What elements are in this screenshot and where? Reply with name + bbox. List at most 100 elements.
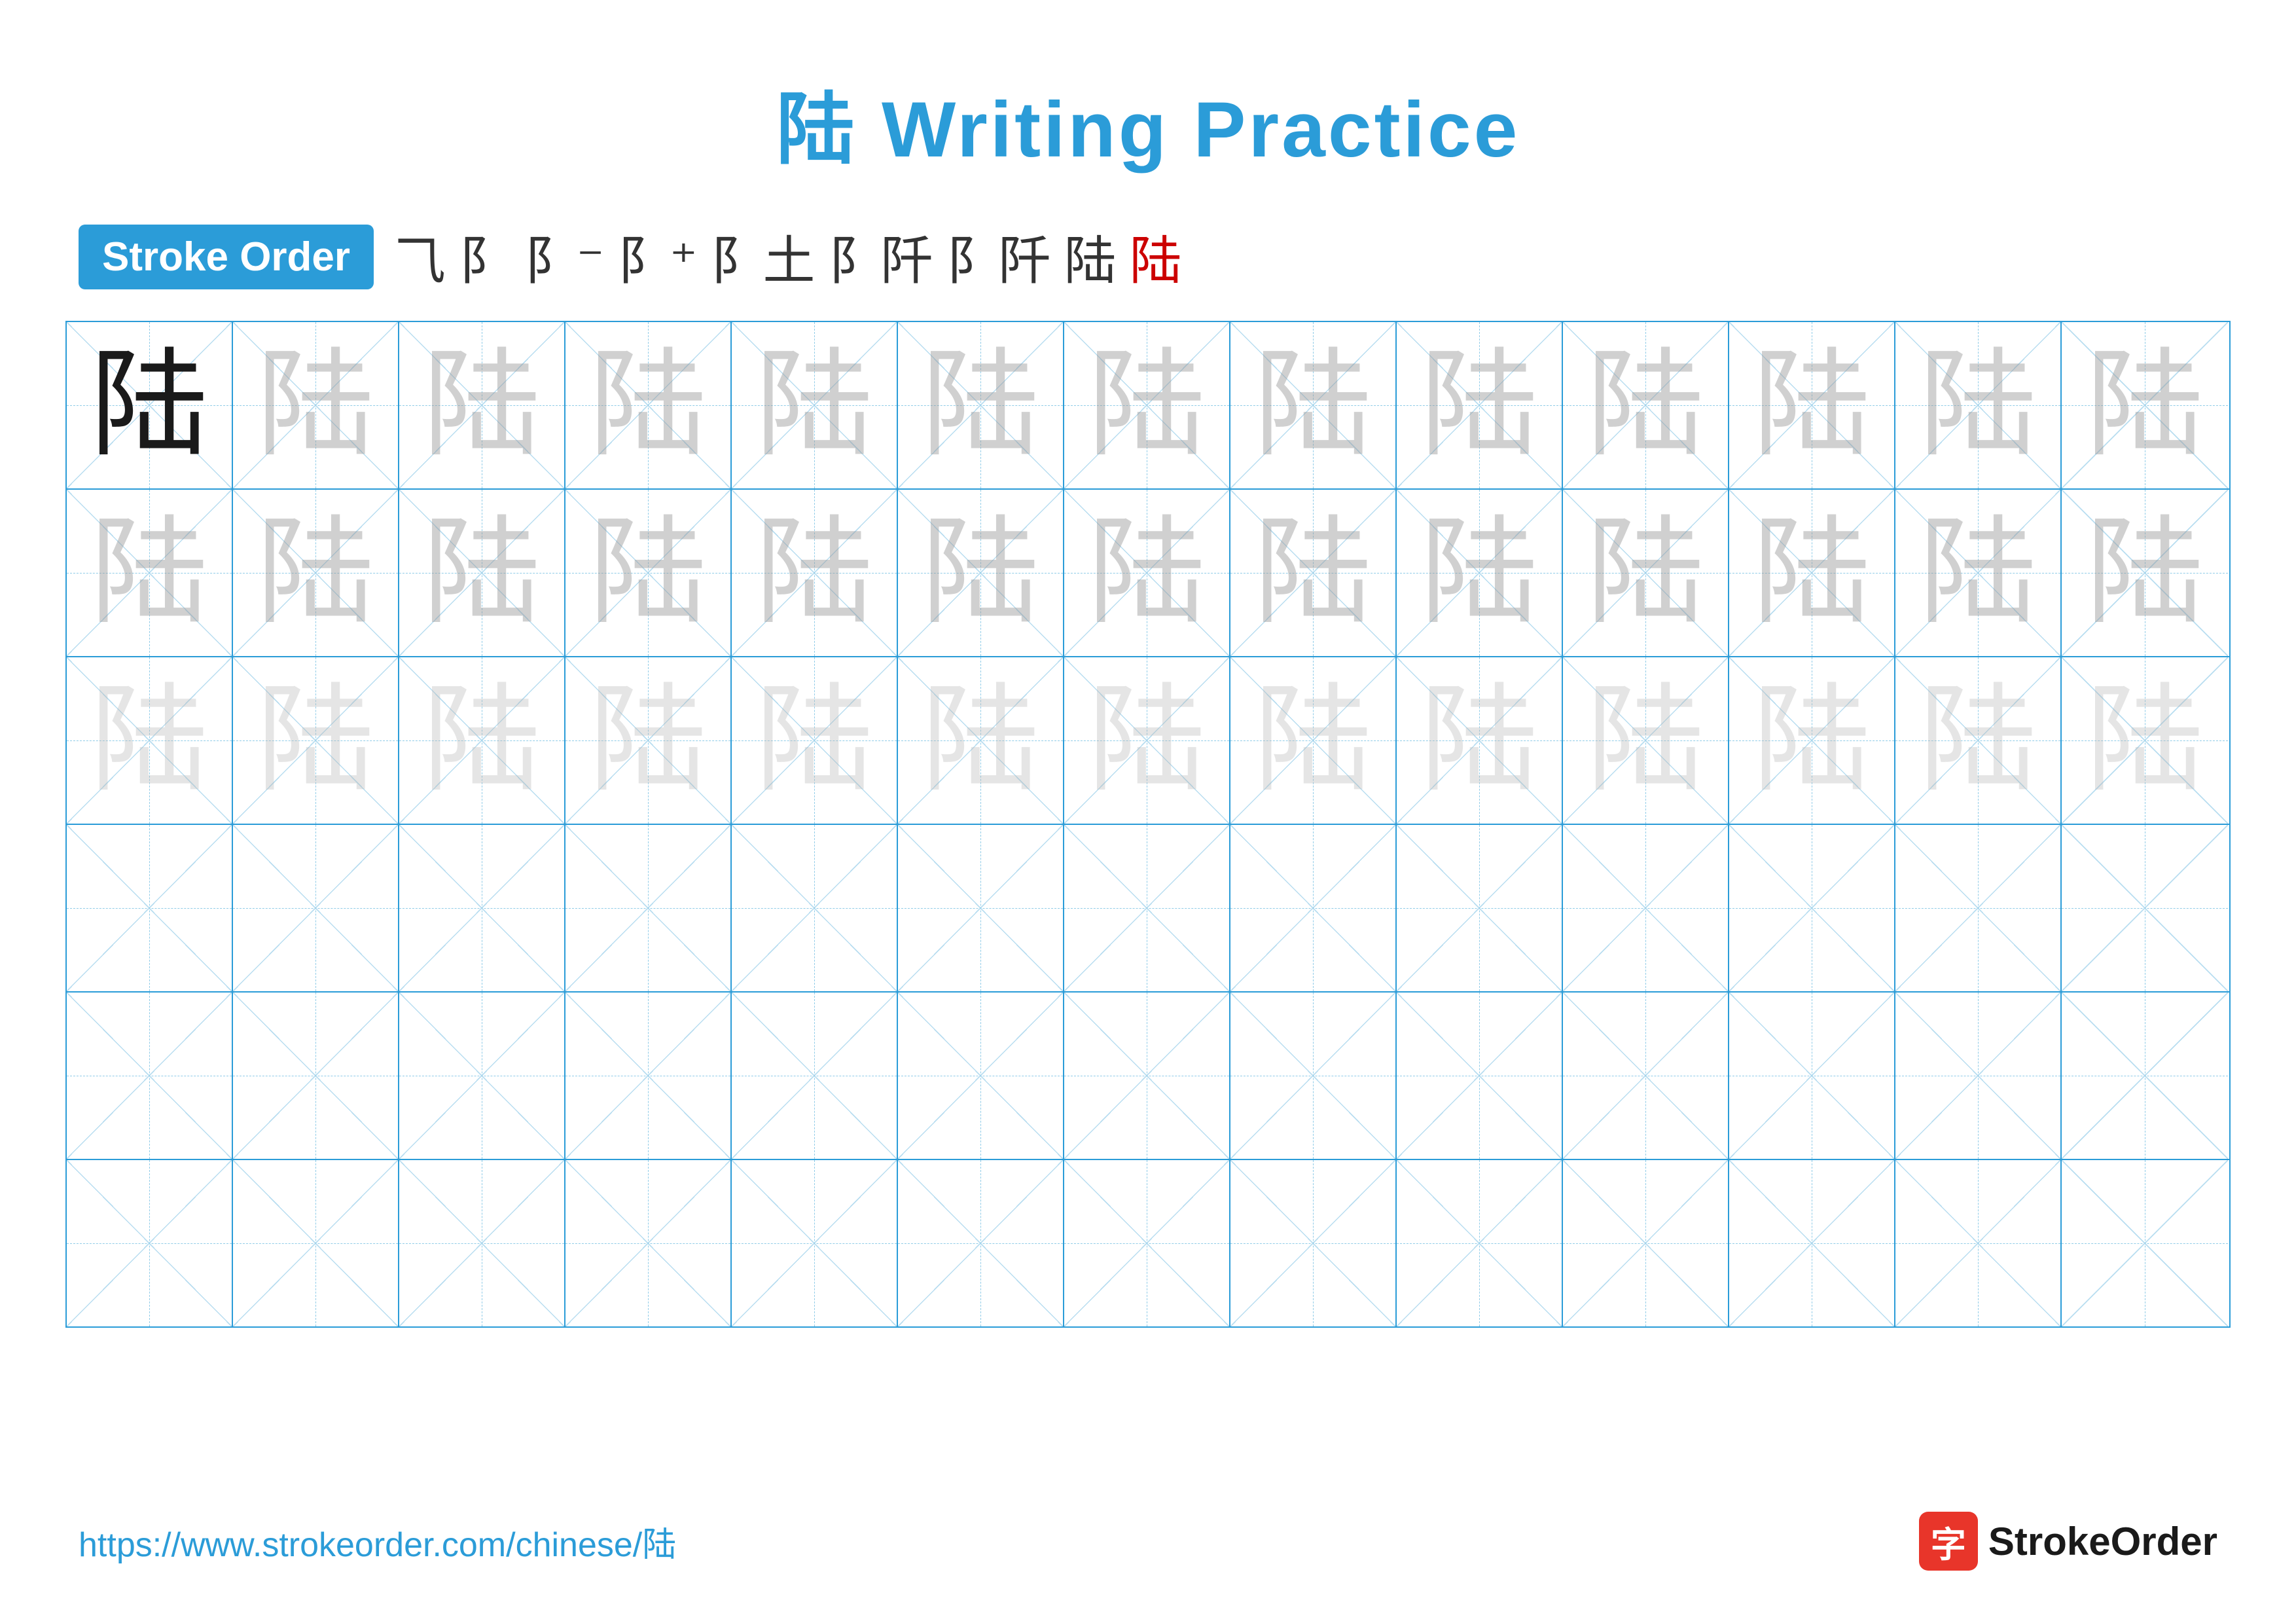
- grid-cell-1-12[interactable]: 陆: [2062, 490, 2228, 656]
- grid-cell-1-3[interactable]: 陆: [565, 490, 732, 656]
- grid-cell-2-3[interactable]: 陆: [565, 657, 732, 824]
- grid-cell-5-9[interactable]: [1563, 1160, 1729, 1326]
- grid-cell-5-11[interactable]: [1895, 1160, 2062, 1326]
- grid-cell-0-5[interactable]: 陆: [898, 322, 1064, 488]
- grid-cell-1-2[interactable]: 陆: [399, 490, 565, 656]
- char-1-12: 陆: [2086, 514, 2204, 632]
- grid-cell-3-2[interactable]: [399, 825, 565, 991]
- grid-cell-3-6[interactable]: [1064, 825, 1230, 991]
- grid-cell-4-6[interactable]: [1064, 993, 1230, 1159]
- grid-cell-2-1[interactable]: 陆: [233, 657, 399, 824]
- grid-row-4: [67, 993, 2229, 1160]
- grid-cell-0-7[interactable]: 陆: [1230, 322, 1397, 488]
- grid-cell-2-4[interactable]: 陆: [732, 657, 898, 824]
- char-2-4: 陆: [755, 682, 873, 799]
- grid-cell-0-4[interactable]: 陆: [732, 322, 898, 488]
- grid-cell-3-10[interactable]: [1729, 825, 1895, 991]
- grid-cell-2-7[interactable]: 陆: [1230, 657, 1397, 824]
- grid-cell-3-1[interactable]: [233, 825, 399, 991]
- char-1-9: 陆: [1587, 514, 1704, 632]
- grid-cell-2-10[interactable]: 陆: [1729, 657, 1895, 824]
- grid-cell-3-8[interactable]: [1397, 825, 1563, 991]
- grid-cell-0-12[interactable]: 陆: [2062, 322, 2228, 488]
- grid-cell-0-1[interactable]: 陆: [233, 322, 399, 488]
- grid-cell-5-2[interactable]: [399, 1160, 565, 1326]
- char-1-10: 陆: [1753, 514, 1871, 632]
- grid-cell-4-11[interactable]: [1895, 993, 2062, 1159]
- grid-cell-2-11[interactable]: 陆: [1895, 657, 2062, 824]
- grid-cell-2-8[interactable]: 陆: [1397, 657, 1563, 824]
- stroke-step-8: 陆: [1130, 219, 1182, 295]
- char-0-4: 陆: [755, 346, 873, 464]
- char-2-11: 陆: [1919, 682, 2037, 799]
- grid-row-0: 陆陆陆陆陆陆陆陆陆陆陆陆陆: [67, 322, 2229, 490]
- grid-cell-5-5[interactable]: [898, 1160, 1064, 1326]
- grid-cell-1-6[interactable]: 陆: [1064, 490, 1230, 656]
- grid-cell-0-9[interactable]: 陆: [1563, 322, 1729, 488]
- logo-text: StrokeOrder: [1988, 1519, 2217, 1564]
- grid-cell-4-2[interactable]: [399, 993, 565, 1159]
- grid-cell-4-12[interactable]: [2062, 993, 2228, 1159]
- grid-cell-3-4[interactable]: [732, 825, 898, 991]
- grid-cell-1-4[interactable]: 陆: [732, 490, 898, 656]
- grid-cell-5-1[interactable]: [233, 1160, 399, 1326]
- grid-cell-0-6[interactable]: 陆: [1064, 322, 1230, 488]
- grid-cell-3-9[interactable]: [1563, 825, 1729, 991]
- grid-cell-1-11[interactable]: 陆: [1895, 490, 2062, 656]
- char-1-3: 陆: [589, 514, 707, 632]
- grid-cell-3-7[interactable]: [1230, 825, 1397, 991]
- grid-cell-1-1[interactable]: 陆: [233, 490, 399, 656]
- stroke-order-badge: Stroke Order: [79, 225, 374, 289]
- grid-cell-5-7[interactable]: [1230, 1160, 1397, 1326]
- logo-icon: 字: [1919, 1512, 1978, 1571]
- grid-cell-1-10[interactable]: 陆: [1729, 490, 1895, 656]
- char-0-6: 陆: [1088, 346, 1206, 464]
- grid-row-5: [67, 1160, 2229, 1326]
- grid-cell-0-2[interactable]: 陆: [399, 322, 565, 488]
- grid-cell-4-9[interactable]: [1563, 993, 1729, 1159]
- grid-cell-1-9[interactable]: 陆: [1563, 490, 1729, 656]
- char-0-9: 陆: [1587, 346, 1704, 464]
- char-0-2: 陆: [423, 346, 541, 464]
- page-title: 陆 Writing Practice: [0, 0, 2296, 179]
- grid-cell-1-0[interactable]: 陆: [67, 490, 233, 656]
- grid-cell-5-8[interactable]: [1397, 1160, 1563, 1326]
- grid-cell-3-11[interactable]: [1895, 825, 2062, 991]
- grid-cell-5-4[interactable]: [732, 1160, 898, 1326]
- grid-cell-3-5[interactable]: [898, 825, 1064, 991]
- char-1-5: 陆: [922, 514, 1039, 632]
- grid-cell-5-6[interactable]: [1064, 1160, 1230, 1326]
- grid-cell-4-0[interactable]: [67, 993, 233, 1159]
- grid-cell-5-3[interactable]: [565, 1160, 732, 1326]
- grid-cell-0-10[interactable]: 陆: [1729, 322, 1895, 488]
- grid-cell-4-5[interactable]: [898, 993, 1064, 1159]
- grid-cell-4-3[interactable]: [565, 993, 732, 1159]
- grid-cell-4-1[interactable]: [233, 993, 399, 1159]
- grid-cell-1-8[interactable]: 陆: [1397, 490, 1563, 656]
- grid-cell-0-0[interactable]: 陆: [67, 322, 233, 488]
- grid-cell-3-12[interactable]: [2062, 825, 2228, 991]
- grid-cell-0-8[interactable]: 陆: [1397, 322, 1563, 488]
- grid-cell-4-4[interactable]: [732, 993, 898, 1159]
- grid-cell-3-3[interactable]: [565, 825, 732, 991]
- grid-cell-0-3[interactable]: 陆: [565, 322, 732, 488]
- grid-cell-1-5[interactable]: 陆: [898, 490, 1064, 656]
- grid-cell-2-0[interactable]: 陆: [67, 657, 233, 824]
- grid-cell-2-9[interactable]: 陆: [1563, 657, 1729, 824]
- grid-cell-2-6[interactable]: 陆: [1064, 657, 1230, 824]
- grid-cell-2-12[interactable]: 陆: [2062, 657, 2228, 824]
- grid-cell-3-0[interactable]: [67, 825, 233, 991]
- grid-cell-5-10[interactable]: [1729, 1160, 1895, 1326]
- grid-cell-2-2[interactable]: 陆: [399, 657, 565, 824]
- grid-cell-4-7[interactable]: [1230, 993, 1397, 1159]
- stroke-step-7: 陆: [1064, 219, 1117, 295]
- grid-cell-1-7[interactable]: 陆: [1230, 490, 1397, 656]
- char-1-11: 陆: [1919, 514, 2037, 632]
- grid-cell-2-5[interactable]: 陆: [898, 657, 1064, 824]
- grid-cell-0-11[interactable]: 陆: [1895, 322, 2062, 488]
- grid-cell-5-12[interactable]: [2062, 1160, 2228, 1326]
- grid-cell-4-10[interactable]: [1729, 993, 1895, 1159]
- char-0-0: 陆: [90, 346, 208, 464]
- grid-cell-4-8[interactable]: [1397, 993, 1563, 1159]
- grid-cell-5-0[interactable]: [67, 1160, 233, 1326]
